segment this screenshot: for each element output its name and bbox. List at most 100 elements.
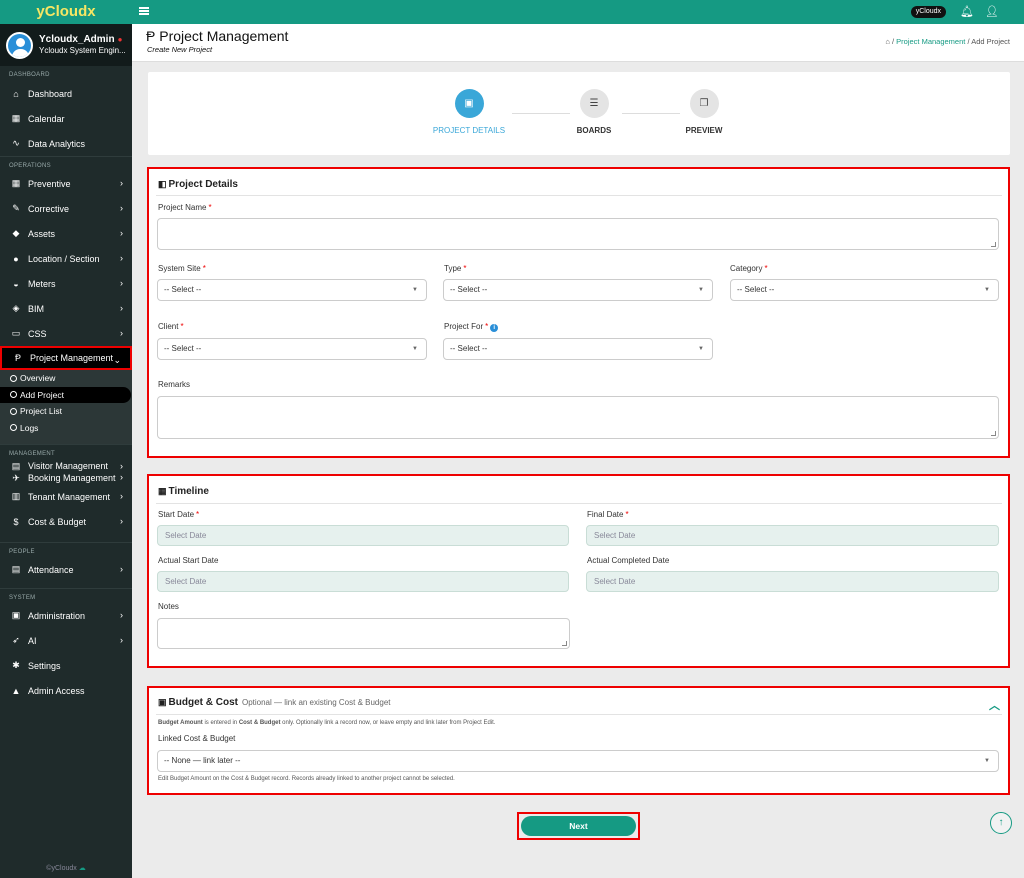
chevron-right-icon: › xyxy=(120,303,123,313)
bell-icon[interactable]: 🔔︎ xyxy=(960,5,974,18)
highlight-box xyxy=(147,686,1010,795)
sidebar-item-tenant-management[interactable]: ▥ Tenant Management › xyxy=(0,484,132,509)
chevron-right-icon: › xyxy=(120,461,123,471)
highlight-box xyxy=(147,167,1010,458)
calendar-check-icon: ▦ xyxy=(11,178,21,188)
section-management: MANAGEMENT xyxy=(0,444,132,459)
sidebar-item-preventive[interactable]: ▦ Preventive › xyxy=(0,171,132,196)
sidebar-item-administration[interactable]: ▣ Administration › xyxy=(0,603,132,628)
copy-icon: ❐ xyxy=(689,89,719,118)
breadcrumb-separator: / xyxy=(967,37,970,46)
top-bar: yCloudx 🔔︎ 👤︎ xyxy=(132,0,1024,24)
page-subtitle: Create New Project xyxy=(147,45,213,54)
breadcrumb-current: Add Project xyxy=(971,37,1010,46)
user-panel[interactable]: Ycloudx_Admin ● Ycloudx System Engin... xyxy=(0,24,132,66)
chevron-right-icon: › xyxy=(120,564,123,574)
sidebar-item-visitor-management[interactable]: ▤ Visitor Management › xyxy=(0,459,132,473)
sidebar-item-assets[interactable]: ◆ Assets › xyxy=(0,221,132,246)
sidebar-item-calendar[interactable]: ▦ Calendar xyxy=(0,106,132,131)
sidebar-item-label: Meters xyxy=(28,278,56,289)
brand-logo[interactable]: yCloudx xyxy=(0,0,132,24)
sidebar-item-booking-management[interactable]: ✈ Booking Management › xyxy=(0,472,132,484)
highlight-box xyxy=(147,474,1010,668)
sidebar-item-attendance[interactable]: ▤ Attendance › xyxy=(0,557,132,582)
sidebar-item-label: Dashboard xyxy=(28,88,73,99)
sidebar-item-label: Attendance xyxy=(28,564,74,575)
sidebar-item-label: Booking Management xyxy=(28,473,116,483)
chevron-right-icon: › xyxy=(120,516,123,526)
hamburger-menu-icon[interactable] xyxy=(139,7,149,15)
list-icon: ☰ xyxy=(579,89,609,118)
home-icon: ⌂ xyxy=(13,88,19,99)
step-label: PREVIEW xyxy=(685,126,723,135)
sidebar-item-label: Cost & Budget xyxy=(28,516,87,527)
step-boards[interactable]: ☰ BOARDS xyxy=(554,89,634,135)
sidebar-item-admin-access[interactable]: ▲ Admin Access xyxy=(0,678,132,703)
sidebar-item-label: Project Management xyxy=(30,353,114,363)
sidebar-subitem-logs[interactable]: Logs xyxy=(0,419,132,436)
sidebar-item-project-management[interactable]: Ᵽ Project Management ⌄ xyxy=(0,346,132,370)
page-title: Project Management xyxy=(159,28,289,44)
tag-icon: ◆ xyxy=(12,228,20,238)
footer-text: ©yCloudx xyxy=(46,865,77,872)
sidebar-item-data-analytics[interactable]: ∿ Data Analytics xyxy=(0,131,132,156)
sidebar-item-meters[interactable]: ◒ Meters › xyxy=(0,271,132,296)
page-header: Ᵽ Project Management Create New Project … xyxy=(132,24,1024,62)
sidebar-item-ai[interactable]: ➶ AI › xyxy=(0,628,132,653)
chevron-right-icon: › xyxy=(120,472,123,482)
sidebar-item-cost-budget[interactable]: $ Cost & Budget › xyxy=(0,509,132,534)
sidebar-subitem-label: Logs xyxy=(20,422,39,433)
chevron-right-icon: › xyxy=(120,228,123,238)
sidebar-subitem-project-list[interactable]: Project List xyxy=(0,403,132,420)
sidebar-item-label: Settings xyxy=(28,660,61,671)
user-icon[interactable]: 👤︎ xyxy=(985,5,999,18)
sidebar-item-label: Corrective xyxy=(28,203,70,214)
breadcrumb-link-project-management[interactable]: Project Management xyxy=(896,37,965,46)
tenant-badge[interactable]: yCloudx xyxy=(910,6,946,18)
chevron-right-icon: › xyxy=(120,491,123,501)
breadcrumb-separator: / xyxy=(891,37,895,46)
plane-icon: ✈ xyxy=(12,473,20,483)
globe-icon: ● xyxy=(13,253,19,264)
sidebar-item-bim[interactable]: ◈ BIM › xyxy=(0,296,132,321)
step-preview[interactable]: ❐ PREVIEW xyxy=(664,89,744,135)
scroll-top-arrow-icon[interactable]: ↑ xyxy=(990,812,1012,834)
cube-icon: ◈ xyxy=(12,303,20,313)
section-system: SYSTEM xyxy=(0,588,132,603)
home-icon[interactable]: ⌂ xyxy=(885,37,890,46)
sidebar-item-label: Preventive xyxy=(28,178,71,189)
sidebar-item-dashboard[interactable]: ⌂ Dashboard xyxy=(0,81,132,106)
sidebar-item-location[interactable]: ● Location / Section › xyxy=(0,246,132,271)
user-role: Ycloudx System Engin... xyxy=(39,46,126,55)
avatar xyxy=(6,31,33,59)
circle-icon xyxy=(10,424,17,432)
sidebar-subitem-label: Project List xyxy=(20,406,63,417)
sidebar-subitem-overview[interactable]: Overview xyxy=(0,370,132,387)
step-label: BOARDS xyxy=(576,126,612,135)
sidebar-item-label: Admin Access xyxy=(28,685,85,696)
sidebar-item-label: Visitor Management xyxy=(28,461,108,471)
chevron-right-icon: › xyxy=(120,278,123,288)
sidebar-subitem-label: Add Project xyxy=(20,389,64,400)
rocket-icon: ➶ xyxy=(12,635,20,645)
section-dashboard: DASHBOARD xyxy=(9,72,50,78)
step-project-details[interactable]: ▣ PROJECT DETAILS xyxy=(429,89,509,135)
calendar-icon: ▦ xyxy=(11,113,21,123)
lock-icon: ▲ xyxy=(11,685,21,696)
sidebar-item-label: AI xyxy=(28,635,37,646)
chevron-right-icon: › xyxy=(120,635,123,645)
sidebar-item-label: Administration xyxy=(28,610,86,621)
building-icon: ▥ xyxy=(11,491,21,501)
sidebar-item-label: CSS xyxy=(28,328,47,339)
chevron-right-icon: › xyxy=(120,610,123,620)
sidebar-item-settings[interactable]: ✱ Settings xyxy=(0,653,132,678)
circle-icon xyxy=(10,391,17,399)
sidebar-subitem-add-project[interactable]: Add Project xyxy=(0,386,131,403)
circle-icon xyxy=(10,407,17,415)
chevron-right-icon: › xyxy=(120,253,123,263)
sidebar-item-css[interactable]: ▭ CSS › xyxy=(0,321,132,346)
section-operations: OPERATIONS xyxy=(0,156,132,171)
project-icon: Ᵽ xyxy=(146,28,156,44)
sidebar-item-corrective[interactable]: ✎ Corrective › xyxy=(0,196,132,221)
gear-icon: ✱ xyxy=(12,660,20,670)
